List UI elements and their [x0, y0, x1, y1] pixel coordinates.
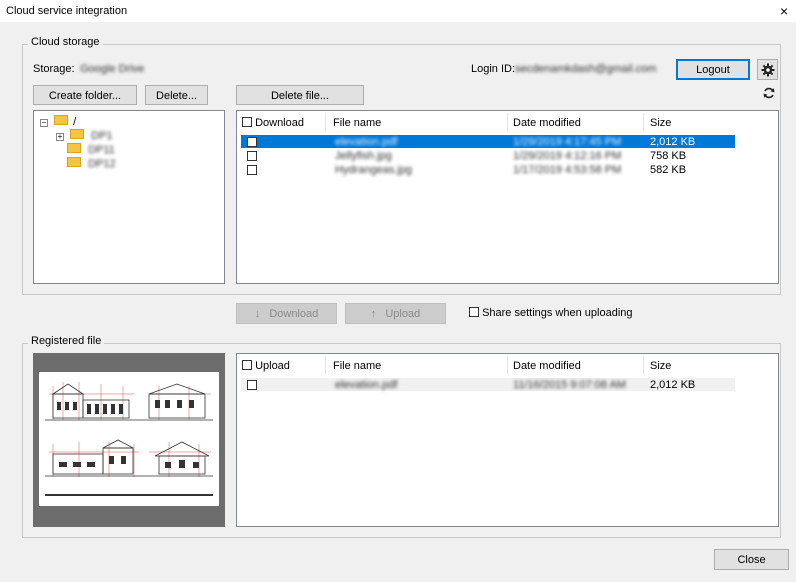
column-header-upload[interactable]: Upload: [242, 360, 290, 372]
size-cell: 758 KB: [650, 150, 687, 162]
folder-icon: [67, 143, 81, 153]
cloud-storage-legend: Cloud storage: [28, 36, 103, 48]
upload-header-label: Upload: [255, 360, 290, 372]
close-button[interactable]: Close: [714, 549, 789, 570]
storage-value: Google Drive: [80, 63, 145, 75]
folder-icon: [67, 157, 81, 167]
window-title: Cloud service integration: [6, 5, 128, 17]
file-preview: [33, 353, 225, 527]
share-settings-checkbox[interactable]: [469, 307, 479, 317]
delete-folder-button[interactable]: Delete...: [145, 85, 208, 105]
column-divider: [325, 113, 326, 131]
download-header-label: Download: [255, 117, 304, 129]
column-header-file-name[interactable]: File name: [333, 360, 381, 372]
folder-open-icon: [54, 115, 69, 125]
upload-button[interactable]: ↑ Upload: [345, 303, 446, 324]
tree-item-label: DP12: [88, 158, 116, 170]
tree-item-dp12[interactable]: DP12: [67, 157, 116, 170]
column-divider: [643, 113, 644, 131]
registered-file-list[interactable]: Upload File name Date modified Size elev…: [236, 353, 779, 527]
refresh-icon: [763, 87, 775, 99]
file-name-cell: Jellyfish.jpg: [335, 150, 392, 162]
column-header-date-modified[interactable]: Date modified: [513, 360, 581, 372]
size-cell: 2,012 KB: [650, 136, 696, 148]
delete-file-button[interactable]: Delete file...: [236, 85, 364, 105]
download-button[interactable]: ↓ Download: [236, 303, 337, 324]
select-all-upload-checkbox[interactable]: [242, 360, 252, 370]
download-button-label: Download: [269, 308, 319, 320]
file-name-cell: Hydrangeas.jpg: [335, 164, 413, 176]
download-checkbox[interactable]: [247, 165, 257, 175]
tree-root-label: /: [73, 116, 77, 128]
folder-icon: [70, 129, 85, 139]
column-header-size[interactable]: Size: [650, 117, 671, 129]
column-header-file-name[interactable]: File name: [333, 117, 381, 129]
tree-root[interactable]: − /: [40, 115, 76, 128]
login-id-value: secdenamkdash@gmail.com: [515, 63, 657, 75]
elevation-drawing-thumbnail: [45, 382, 213, 496]
gear-icon: [761, 63, 774, 77]
size-cell: 582 KB: [650, 164, 687, 176]
column-divider: [507, 356, 508, 374]
tree-item-dp11[interactable]: DP11: [67, 143, 115, 156]
registered-file-legend: Registered file: [28, 335, 105, 347]
date-cell: 11/16/2015 9:07:08 AM: [513, 379, 626, 391]
share-settings-option[interactable]: Share settings when uploading: [469, 307, 633, 319]
refresh-button[interactable]: [760, 86, 778, 104]
settings-button[interactable]: [757, 59, 778, 80]
tree-item-dp1[interactable]: + DP1: [56, 129, 113, 142]
download-checkbox[interactable]: [247, 137, 257, 147]
preview-page: [39, 372, 219, 506]
file-name-cell: elevation.pdf: [335, 136, 398, 148]
date-cell: 1/29/2019 4:12:16 PM: [513, 150, 622, 162]
folder-tree[interactable]: − / + DP1 DP11 DP12: [33, 110, 225, 284]
logout-button[interactable]: Logout: [676, 59, 750, 80]
select-all-download-checkbox[interactable]: [242, 117, 252, 127]
arrow-up-icon: ↑: [370, 308, 377, 320]
storage-label: Storage:: [33, 63, 75, 75]
column-header-date-modified[interactable]: Date modified: [513, 117, 581, 129]
column-header-size[interactable]: Size: [650, 360, 671, 372]
column-divider: [507, 113, 508, 131]
share-settings-label: Share settings when uploading: [482, 307, 633, 319]
upload-checkbox[interactable]: [247, 380, 257, 390]
cloud-file-list[interactable]: Download File name Date modified Size el…: [236, 110, 779, 284]
column-divider: [325, 356, 326, 374]
column-divider: [643, 356, 644, 374]
tree-item-label: DP11: [88, 144, 115, 156]
create-folder-button[interactable]: Create folder...: [33, 85, 137, 105]
download-checkbox[interactable]: [247, 151, 257, 161]
arrow-down-icon: ↓: [254, 308, 261, 320]
upload-button-label: Upload: [385, 308, 421, 320]
close-window-icon[interactable]: ×: [780, 3, 788, 19]
collapse-icon[interactable]: −: [40, 119, 48, 127]
tree-item-label: DP1: [91, 130, 113, 142]
date-cell: 1/17/2019 4:53:58 PM: [513, 164, 622, 176]
date-cell: 1/29/2019 4:17:45 PM: [513, 136, 622, 148]
expand-icon[interactable]: +: [56, 133, 64, 141]
login-id-label: Login ID:: [471, 63, 516, 75]
size-cell: 2,012 KB: [650, 379, 696, 391]
file-name-cell: elevation.pdf: [335, 379, 398, 391]
column-header-download[interactable]: Download: [242, 117, 304, 129]
